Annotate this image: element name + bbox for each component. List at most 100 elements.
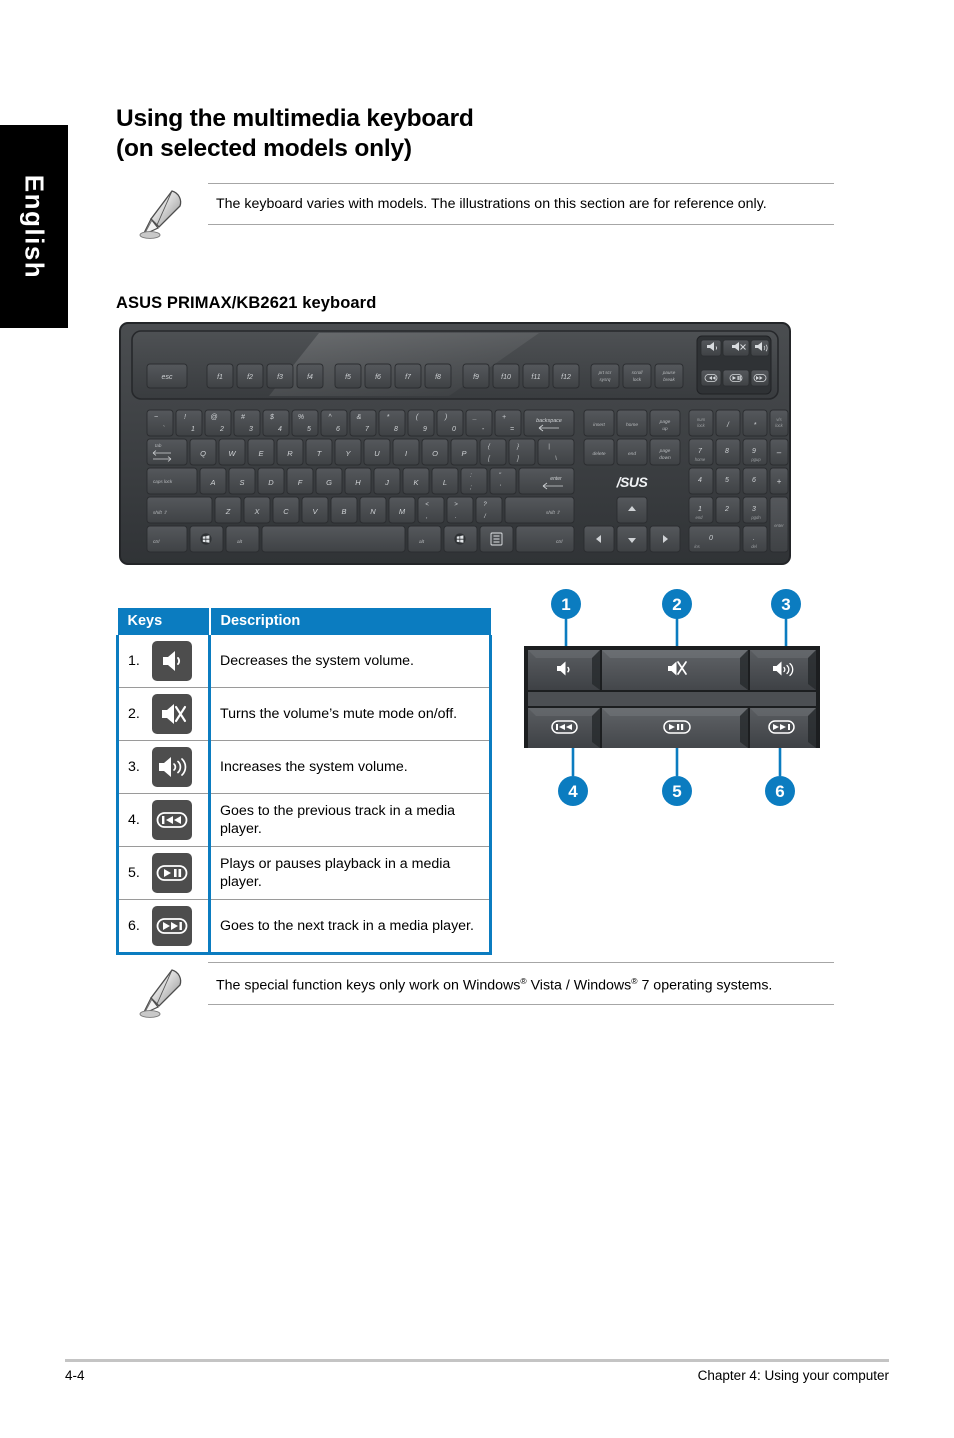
svg-text:D: D [268,478,274,487]
key-cell: 3. [116,740,211,794]
svg-text:H: H [355,478,361,487]
column-header-keys: Keys [117,608,211,635]
svg-text:/SUS: /SUS [616,474,649,490]
svg-text:backspace: backspace [536,418,562,424]
svg-text:L: L [443,478,447,487]
page-title: Using the multimedia keyboard (on select… [116,104,816,164]
svg-text:f6: f6 [375,374,381,381]
svg-text:): ) [444,414,447,421]
svg-text:v/s: v/s [776,417,782,422]
table-row: 6. Goes to the next track in a media pla… [116,899,492,955]
key-cell: 5. [116,846,211,900]
svg-text:alt: alt [419,539,425,545]
svg-text:+: + [777,477,782,486]
prev-track-icon [151,800,192,840]
svg-text:_: _ [472,414,477,421]
table-row: 1. Decreases the system volume. [116,635,492,688]
svg-text:S: S [239,478,244,487]
callout-circle-6: 6 [765,776,795,806]
svg-text:=: = [510,426,514,433]
callout-label-3: 3 [781,595,790,614]
svg-text:lock: lock [775,423,783,428]
note-bottom-text: The special function keys only work on W… [216,972,772,995]
keys-description-table: Keys Description 1. Decreases the system… [116,608,492,955]
svg-text:6: 6 [336,426,340,433]
page-title-line2: (on selected models only) [116,135,412,163]
svg-text:9: 9 [752,448,756,455]
svg-text:X: X [253,507,260,516]
svg-text:F: F [298,478,303,487]
callout-circle-2: 2 [662,589,692,619]
svg-text:`: ` [163,426,165,433]
svg-text:3: 3 [752,506,756,513]
key-number: 1. [128,653,140,669]
section-heading: ASUS PRIMAX/KB2621 keyboard [116,293,377,312]
description-cell: Turns the volume’s mute mode on/off. [209,687,492,741]
svg-text:1: 1 [698,506,702,513]
svg-text:+: + [502,414,506,421]
svg-text:,: , [426,514,428,520]
svg-text:#: # [241,414,245,421]
svg-text:4: 4 [698,477,702,484]
svg-text:down: down [659,455,671,461]
svg-text:end: end [696,515,704,520]
svg-text:3: 3 [249,426,253,433]
svg-text:f11: f11 [531,374,540,381]
svg-text:<: < [425,502,429,508]
svg-text:9: 9 [423,426,427,433]
svg-text:W: W [228,449,236,458]
svg-text:}: } [516,444,519,450]
svg-text:6: 6 [752,477,756,484]
svg-text:page: page [659,449,671,454]
svg-text:*: * [754,422,757,429]
note-bottom-text-part1: The special function keys only work on W… [216,977,521,994]
svg-text:lock: lock [633,377,642,382]
svg-text:ctrl: ctrl [556,539,563,545]
table-row: 2. Turns the volume’s mute mode on/off. [116,687,492,741]
key-number: 2. [128,706,140,722]
svg-text:–: – [776,448,782,457]
note-box-bottom: The special function keys only work on W… [116,962,834,1018]
media-keys-callout-figure: 1 2 3 4 5 6 [518,588,836,810]
svg-text:end: end [628,451,636,457]
key-cell: 2. [116,687,211,741]
key-number: 3. [128,759,140,775]
svg-text:0: 0 [452,426,456,433]
description-cell: Plays or pauses playback in a media play… [209,846,492,900]
svg-text:up: up [662,427,668,432]
key-number: 4. [128,812,140,828]
description-cell: Goes to the next track in a media player… [209,899,492,955]
svg-text:.: . [455,514,457,520]
note-top-text: The keyboard varies with models. The ill… [216,196,767,212]
svg-text:num: num [697,417,706,422]
svg-text:ins: ins [694,544,700,549]
svg-text:break: break [663,377,675,382]
table-row: 4. Goes to the previous track in a media… [116,793,492,847]
svg-text:&: & [357,414,362,421]
svg-text:.: . [753,535,755,542]
svg-text:pgup: pgup [750,457,761,462]
svg-text:N: N [370,507,376,516]
footer-page-number: 4-4 [65,1368,85,1383]
svg-text:~: ~ [154,414,158,421]
svg-text:esc: esc [162,374,173,381]
svg-text:4: 4 [278,426,282,433]
note-bottom-text-part3: 7 operating systems. [637,977,773,994]
note-top-body: The keyboard varies with models. The ill… [208,183,834,225]
svg-text:>: > [454,502,458,508]
svg-text:f10: f10 [501,374,511,381]
table-row: 3. Increases the system volume. [116,740,492,794]
svg-text:5: 5 [307,426,311,433]
page-content: Using the multimedia keyboard (on select… [116,0,840,1438]
key-cell: 4. [116,793,211,847]
svg-text:shift ⇧: shift ⇧ [546,510,560,516]
description-cell: Increases the system volume. [209,740,492,794]
keyboard-illustration: esc f1 f2 f3 f4 f5 f6 f7 f8 f9 f10 f11 f12 prt… [119,322,791,565]
svg-text:I: I [405,449,407,458]
next-track-icon [151,906,192,946]
svg-text:J: J [384,478,389,487]
svg-text:f1: f1 [217,374,223,381]
callout-circle-5: 5 [662,776,692,806]
key-cell: 1. [116,635,211,688]
svg-text:ctrl: ctrl [153,539,160,545]
